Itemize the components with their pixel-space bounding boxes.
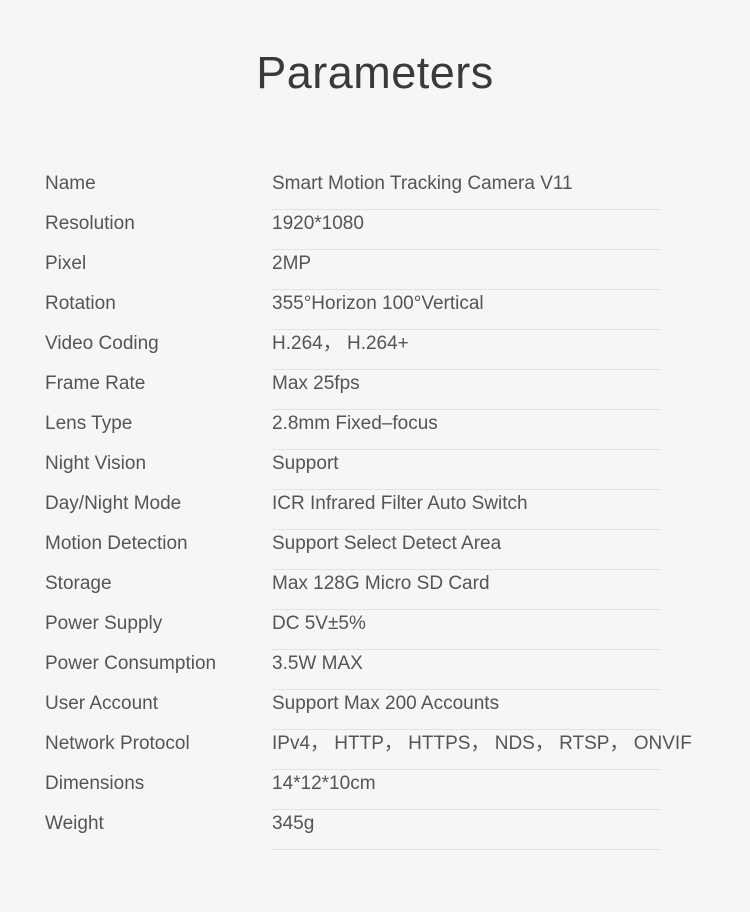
spec-value: ICR Infrared Filter Auto Switch <box>272 493 528 514</box>
table-row: Storage Max 128G Micro SD Card <box>0 570 750 610</box>
table-row: Resolution 1920*1080 <box>0 210 750 250</box>
spec-value: Smart Motion Tracking Camera V11 <box>272 173 573 194</box>
table-row: Pixel 2MP <box>0 250 750 290</box>
spec-label: User Account <box>45 693 158 714</box>
table-row: User Account Support Max 200 Accounts <box>0 690 750 730</box>
table-row: Dimensions 14*12*10cm <box>0 770 750 810</box>
spec-value: 3.5W MAX <box>272 653 363 674</box>
spec-value-underline: ICR Infrared Filter Auto Switch <box>272 490 660 530</box>
spec-value: Support Select Detect Area <box>272 533 502 554</box>
spec-value-underline: Max 25fps <box>272 370 660 410</box>
spec-label: Resolution <box>45 213 135 234</box>
spec-value: 2.8mm Fixed–focus <box>272 413 438 434</box>
spec-value-underline: 14*12*10cm <box>272 770 660 810</box>
spec-label: Network Protocol <box>45 733 190 754</box>
spec-value: 355°Horizon 100°Vertical <box>272 293 484 314</box>
table-row: Network Protocol IPv4， HTTP， HTTPS， NDS， … <box>0 730 750 770</box>
spec-value-underline: DC 5V±5% <box>272 610 660 650</box>
table-row: Lens Type 2.8mm Fixed–focus <box>0 410 750 450</box>
spec-label: Night Vision <box>45 453 147 474</box>
spec-label: Power Consumption <box>45 653 217 674</box>
table-row: Night Vision Support <box>0 450 750 490</box>
spec-label: Frame Rate <box>45 373 146 394</box>
spec-value-underline: 2MP <box>272 250 660 290</box>
spec-label: Motion Detection <box>45 533 188 554</box>
spec-value: 1920*1080 <box>272 213 364 234</box>
spec-value-underline: Support Select Detect Area <box>272 530 660 570</box>
spec-label: Weight <box>45 813 104 834</box>
spec-value-underline: 1920*1080 <box>272 210 660 250</box>
spec-value: Support <box>272 453 339 474</box>
spec-value: Max 128G Micro SD Card <box>272 573 490 594</box>
spec-label: Dimensions <box>45 773 145 794</box>
spec-value-underline: 2.8mm Fixed–focus <box>272 410 660 450</box>
spec-value: 14*12*10cm <box>272 773 376 794</box>
spec-label: Name <box>45 173 96 194</box>
spec-label: Pixel <box>45 253 87 274</box>
parameters-page: Parameters Name Smart Motion Tracking Cam… <box>0 0 750 912</box>
spec-value: H.264， H.264+ <box>272 333 409 354</box>
spec-value-underline: Smart Motion Tracking Camera V11 <box>272 170 660 210</box>
spec-value-underline: 355°Horizon 100°Vertical <box>272 290 660 330</box>
spec-value: 2MP <box>272 253 312 274</box>
spec-value-underline: 3.5W MAX <box>272 650 660 690</box>
spec-value-underline: IPv4， HTTP， HTTPS， NDS， RTSP， ONVIF <box>272 730 692 770</box>
specifications-table: Name Smart Motion Tracking Camera V11 Reso… <box>0 170 750 850</box>
table-row: Day/Night Mode ICR Infrared Filter Auto S… <box>0 490 750 530</box>
table-row: Motion Detection Support Select Detect Ar… <box>0 530 750 570</box>
page-title: Parameters <box>256 47 494 98</box>
table-row: Video Coding H.264， H.264+ <box>0 330 750 370</box>
spec-value-underline: 345g <box>272 810 660 850</box>
spec-label: Power Supply <box>45 613 163 634</box>
spec-value-underline: Support <box>272 450 660 490</box>
spec-label: Day/Night Mode <box>45 493 182 514</box>
spec-value: Max 25fps <box>272 373 360 394</box>
spec-label: Storage <box>45 573 112 594</box>
table-row: Power Consumption 3.5W MAX <box>0 650 750 690</box>
spec-value-underline: Max 128G Micro SD Card <box>272 570 660 610</box>
spec-value-underline: H.264， H.264+ <box>272 330 660 370</box>
spec-label: Video Coding <box>45 333 159 354</box>
table-row: Weight 345g <box>0 810 750 850</box>
spec-label: Rotation <box>45 293 116 314</box>
spec-label: Lens Type <box>45 413 133 434</box>
spec-value: DC 5V±5% <box>272 613 366 634</box>
spec-value-underline: Support Max 200 Accounts <box>272 690 660 730</box>
table-row: Name Smart Motion Tracking Camera V11 <box>0 170 750 210</box>
table-row: Rotation 355°Horizon 100°Vertical <box>0 290 750 330</box>
table-row: Power Supply DC 5V±5% <box>0 610 750 650</box>
spec-value: Support Max 200 Accounts <box>272 693 500 714</box>
spec-value: IPv4， HTTP， HTTPS， NDS， RTSP， ONVIF <box>272 733 692 754</box>
table-row: Frame Rate Max 25fps <box>0 370 750 410</box>
spec-value: 345g <box>272 813 315 834</box>
